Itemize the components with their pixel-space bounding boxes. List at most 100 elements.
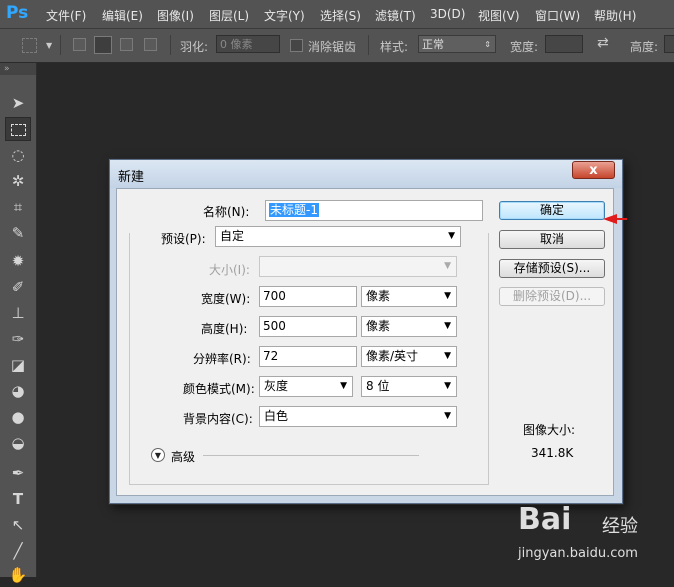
lasso-tool-icon[interactable]: ◌	[5, 143, 31, 167]
eraser-tool-icon[interactable]: ◪	[5, 353, 31, 377]
menu-file[interactable]: 文件(F)	[46, 7, 86, 24]
options-bar: ▼ 羽化: 0 像素 消除锯齿 样式: 正常 ⇕ 宽度: ⇄ 高度:	[0, 29, 674, 63]
rect-marquee-preset-icon[interactable]	[22, 38, 37, 53]
advanced-expand-icon[interactable]: ▼	[151, 448, 165, 462]
name-input-value: 未标题-1	[269, 203, 319, 217]
style-select[interactable]: 正常 ⇕	[418, 35, 496, 53]
dialog-title: 新建	[118, 170, 145, 185]
dropdown-arrow-icon: ▼	[340, 381, 347, 391]
antialias-checkbox[interactable]	[290, 39, 303, 52]
menu-filter[interactable]: 滤镜(T)	[375, 7, 416, 24]
dropdown-arrow-icon: ▼	[444, 291, 451, 301]
intersect-selection-icon[interactable]	[144, 38, 157, 51]
bit-depth-value: 8 位	[366, 379, 390, 393]
height-input[interactable]	[664, 35, 674, 53]
background-value: 白色	[264, 409, 289, 423]
separator	[368, 35, 369, 55]
preset-select[interactable]: 自定 ▼	[215, 226, 461, 247]
separator	[170, 35, 171, 55]
bit-depth-select[interactable]: 8 位 ▼	[361, 376, 457, 397]
dodge-tool-icon[interactable]: ◒	[5, 431, 31, 455]
cancel-button[interactable]: 取消	[499, 230, 605, 249]
width-unit-select[interactable]: 像素 ▼	[361, 286, 457, 307]
crop-tool-icon[interactable]: ⌗	[5, 195, 31, 219]
close-button[interactable]: x	[572, 161, 615, 179]
height-input[interactable]: 500	[259, 316, 357, 337]
width-label: 宽度:	[510, 40, 539, 54]
dialog-titlebar[interactable]: 新建 x	[110, 160, 622, 188]
advanced-divider	[203, 455, 419, 456]
style-select-value: 正常	[422, 38, 444, 51]
color-mode-value: 灰度	[264, 379, 289, 393]
dropdown-arrow-icon: ▼	[444, 381, 451, 391]
tools-panel: » ➤ ◌ ✲ ⌗ ✎ ✹ ✐ ⊥ ✑ ◪ ◕ ● ◒ ✒ T ↖ ╱ ✋	[0, 63, 37, 584]
healing-brush-tool-icon[interactable]: ✹	[5, 249, 31, 273]
dropdown-arrow-icon: ▼	[448, 231, 455, 241]
color-mode-label: 颜色模式(M):	[183, 382, 255, 396]
watermark-logo-text: Bai	[518, 502, 572, 537]
width-unit-value: 像素	[366, 289, 391, 303]
history-brush-tool-icon[interactable]: ✑	[5, 327, 31, 351]
rect-marquee-tool-icon[interactable]	[5, 117, 31, 141]
height-label: 高度(H):	[201, 322, 248, 336]
menu-3d[interactable]: 3D(D)	[430, 7, 465, 21]
color-mode-select[interactable]: 灰度 ▼	[259, 376, 353, 397]
save-preset-button[interactable]: 存储预设(S)...	[499, 259, 605, 278]
background-label: 背景内容(C):	[183, 412, 253, 426]
clone-stamp-tool-icon[interactable]: ⊥	[5, 301, 31, 325]
name-input[interactable]: 未标题-1	[265, 200, 483, 221]
resolution-input[interactable]: 72	[259, 346, 357, 367]
name-label: 名称(N):	[203, 205, 250, 219]
dropdown-arrow-icon: ▼	[444, 351, 451, 361]
dropdown-arrow-icon: ▼	[444, 261, 451, 271]
ok-button[interactable]: 确定	[499, 201, 605, 220]
brush-tool-icon[interactable]: ✐	[5, 275, 31, 299]
annotation-arrow-tail	[615, 218, 627, 220]
magic-wand-tool-icon[interactable]: ✲	[5, 169, 31, 193]
path-select-tool-icon[interactable]: ↖	[5, 513, 31, 537]
menu-select[interactable]: 选择(S)	[320, 7, 361, 24]
resolution-unit-select[interactable]: 像素/英寸 ▼	[361, 346, 457, 367]
preset-label: 预设(P):	[159, 230, 208, 247]
resolution-label: 分辨率(R):	[193, 352, 251, 366]
height-unit-select[interactable]: 像素 ▼	[361, 316, 457, 337]
swap-icon[interactable]: ⇄	[597, 35, 609, 51]
image-size-label: 图像大小:	[523, 423, 576, 437]
height-unit-value: 像素	[366, 319, 391, 333]
chevron-down-icon[interactable]: ▼	[46, 41, 52, 50]
feather-input[interactable]: 0 像素	[216, 35, 280, 53]
width-input[interactable]: 700	[259, 286, 357, 307]
new-selection-icon[interactable]	[73, 38, 86, 51]
dropdown-arrow-icon: ▼	[444, 411, 451, 421]
hand-tool-icon[interactable]: ✋	[5, 563, 31, 587]
menu-view[interactable]: 视图(V)	[478, 7, 520, 24]
advanced-label[interactable]: 高级	[171, 448, 195, 465]
delete-preset-button: 删除预设(D)...	[499, 287, 605, 306]
menu-help[interactable]: 帮助(H)	[594, 7, 636, 24]
background-select[interactable]: 白色 ▼	[259, 406, 457, 427]
menu-window[interactable]: 窗口(W)	[535, 7, 580, 24]
width-input[interactable]	[545, 35, 583, 53]
feather-label: 羽化:	[180, 40, 209, 54]
eyedropper-tool-icon[interactable]: ✎	[5, 221, 31, 245]
image-size-value: 341.8K	[531, 446, 574, 460]
height-label: 高度:	[630, 40, 659, 54]
photoshop-logo: Ps	[6, 3, 29, 23]
panel-collapse-grip[interactable]: »	[0, 63, 36, 75]
menu-edit[interactable]: 编辑(E)	[102, 7, 143, 24]
pen-tool-icon[interactable]: ✒	[5, 461, 31, 485]
menu-layer[interactable]: 图层(L)	[209, 7, 249, 24]
menu-image[interactable]: 图像(I)	[157, 7, 194, 24]
menu-type[interactable]: 文字(Y)	[264, 7, 305, 24]
blur-tool-icon[interactable]: ●	[5, 405, 31, 429]
add-to-selection-icon[interactable]	[94, 36, 112, 54]
paint-bucket-tool-icon[interactable]: ◕	[5, 379, 31, 403]
move-tool-icon[interactable]: ➤	[5, 91, 31, 115]
close-icon: x	[589, 163, 598, 178]
dialog-body: 名称(N): 未标题-1 预设(P): 自定 ▼ 大小(I): ▼ 宽度(W): …	[116, 188, 614, 496]
type-tool-icon[interactable]: T	[5, 487, 31, 511]
new-document-dialog: 新建 x 名称(N): 未标题-1 预设(P): 自定 ▼ 大小(I): ▼ 宽度…	[109, 159, 623, 504]
subtract-selection-icon[interactable]	[120, 38, 133, 51]
line-tool-icon[interactable]: ╱	[5, 539, 31, 563]
watermark-url: jingyan.baidu.com	[518, 546, 638, 561]
